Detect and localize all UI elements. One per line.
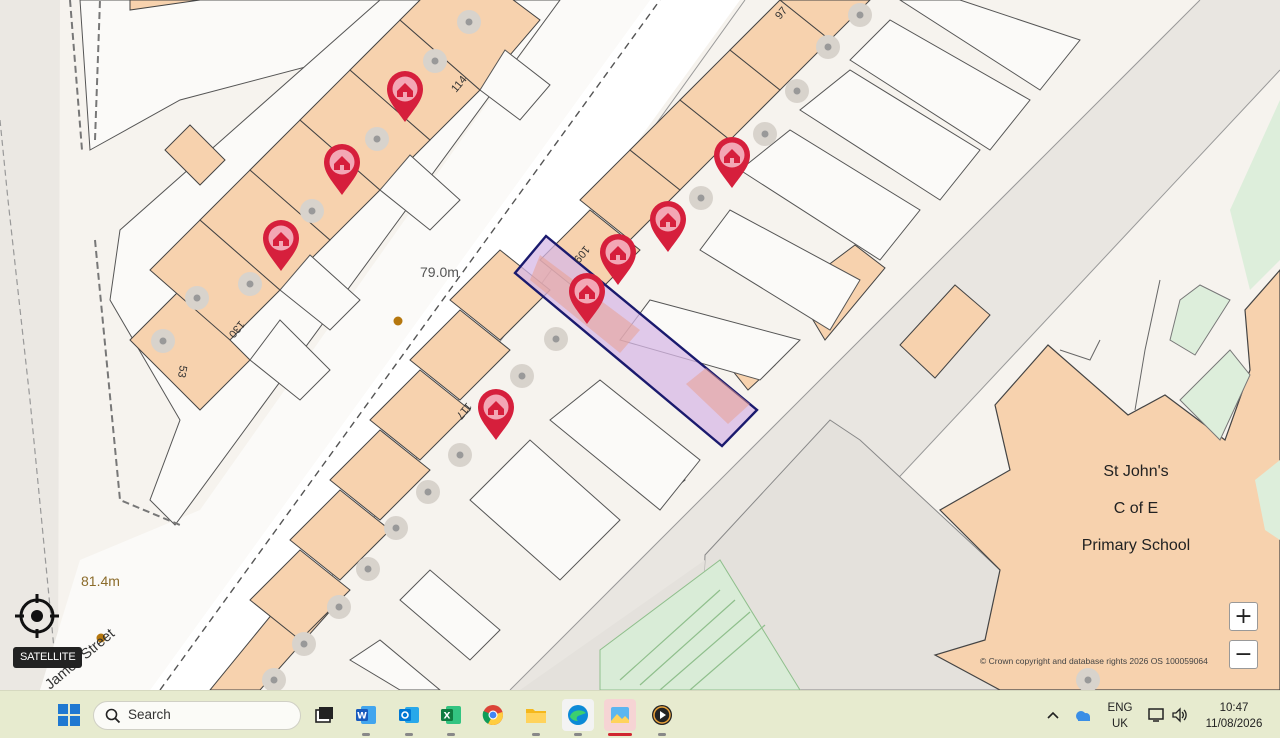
file-explorer-button[interactable]	[520, 699, 552, 736]
spot-height-marker	[393, 316, 403, 326]
spot-height-label: 79.0m	[420, 264, 459, 280]
media-player-icon	[652, 705, 672, 725]
chrome-button[interactable]	[477, 699, 509, 731]
copyright-notice: © Crown copyright and database rights 20…	[980, 656, 1208, 666]
map-svg: 79.0m 81.4m James Street 97 114 109 130 …	[0, 0, 1280, 690]
show-hidden-icons-button[interactable]	[1042, 699, 1064, 731]
svg-text:X: X	[444, 712, 451, 722]
house-number: 53	[175, 364, 189, 378]
edge-icon	[568, 705, 588, 725]
word-icon: W	[356, 706, 376, 724]
school-label-line: St John's	[1103, 463, 1168, 480]
chevron-up-icon	[1047, 711, 1059, 719]
zoom-out-button[interactable]: −	[1229, 640, 1258, 669]
input-region[interactable]: UK	[1104, 718, 1136, 730]
satellite-toggle-button[interactable]: SATELLITE	[13, 647, 83, 668]
map-canvas[interactable]: 79.0m 81.4m James Street 97 114 109 130 …	[0, 0, 1280, 690]
svg-text:W: W	[357, 712, 367, 722]
left-road	[0, 0, 60, 690]
clock-date[interactable]: 11/08/2026	[1198, 718, 1270, 730]
network-icon	[1148, 708, 1164, 722]
input-language[interactable]: ENG	[1104, 702, 1136, 714]
outlook-icon	[399, 707, 419, 723]
edge-button[interactable]	[562, 699, 594, 736]
excel-button[interactable]: X	[435, 699, 467, 736]
search-icon	[105, 708, 121, 724]
cloud-icon	[1076, 711, 1090, 721]
word-button[interactable]: W	[350, 699, 382, 736]
spot-height-label: 81.4m	[81, 573, 120, 589]
task-view-icon	[315, 707, 333, 723]
media-player-button[interactable]	[646, 699, 678, 736]
task-view-button[interactable]	[308, 699, 340, 731]
file-explorer-icon	[526, 709, 546, 723]
network-button[interactable]	[1144, 699, 1168, 731]
search-placeholder: Search	[128, 707, 171, 722]
chrome-icon	[482, 705, 503, 726]
speaker-icon	[1172, 707, 1187, 723]
zoom-in-button[interactable]: +	[1229, 602, 1258, 631]
photos-button[interactable]	[604, 699, 636, 736]
start-button[interactable]	[53, 699, 85, 731]
outlook-button[interactable]	[393, 699, 425, 736]
clock-time[interactable]: 10:47	[1198, 702, 1270, 714]
crosshair-icon	[15, 594, 59, 638]
school-label-line: C of E	[1114, 500, 1158, 517]
start-icon	[58, 704, 80, 726]
excel-icon: X	[441, 706, 461, 724]
locate-me-button[interactable]	[14, 593, 60, 639]
weather-button[interactable]	[1070, 699, 1096, 731]
school-label-line: Primary School	[1082, 537, 1190, 554]
photos-icon	[611, 707, 629, 723]
taskbar: Search W X ENG UK 10:47 11/08/2026	[0, 690, 1280, 738]
volume-button[interactable]	[1168, 699, 1192, 731]
taskbar-search[interactable]: Search	[93, 701, 301, 730]
